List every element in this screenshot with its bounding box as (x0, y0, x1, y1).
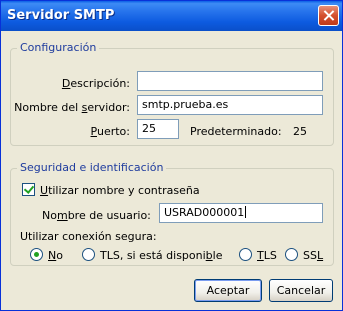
title-bar[interactable]: Servidor SMTP (1, 1, 342, 31)
window-title: Servidor SMTP (7, 8, 115, 23)
radio-ssl-label[interactable]: SSL (303, 249, 323, 262)
smtp-server-dialog: Servidor SMTP Configuración Descripción:… (0, 0, 343, 311)
radio-tls[interactable] (239, 248, 252, 261)
username-input[interactable]: USRAD000001 (159, 203, 323, 223)
text-caret (245, 206, 247, 218)
use-credentials-label[interactable]: Utilizar nombre y contraseña (40, 184, 200, 197)
close-button[interactable] (318, 5, 339, 26)
configuration-legend: Configuración (17, 41, 100, 54)
username-label: Nombre de usuario: (42, 209, 151, 222)
use-credentials-checkbox[interactable] (22, 183, 35, 196)
radio-tls-if-available-label[interactable]: TLS, si está disponible (100, 249, 222, 262)
radio-tls-if-available[interactable] (82, 248, 95, 261)
description-input[interactable] (137, 71, 323, 91)
secure-connection-label: Utilizar conexión segura: (20, 230, 157, 243)
server-label: Nombre del servidor: (14, 101, 130, 114)
radio-no-label[interactable]: No (48, 249, 63, 262)
default-port-value: 25 (293, 125, 307, 138)
radio-ssl[interactable] (285, 248, 298, 261)
description-label: Descripción: (61, 77, 130, 90)
cancel-button[interactable]: Cancelar (269, 279, 333, 302)
accept-button[interactable]: Aceptar (194, 279, 262, 302)
server-input[interactable]: smtp.prueba.es (137, 95, 323, 115)
port-label: Puerto: (90, 125, 130, 138)
default-port-label: Predeterminado: (190, 125, 282, 138)
security-legend: Seguridad e identificación (17, 161, 167, 174)
port-input[interactable]: 25 (137, 119, 179, 139)
radio-tls-label[interactable]: TLS (257, 249, 277, 262)
radio-no[interactable] (30, 248, 43, 261)
